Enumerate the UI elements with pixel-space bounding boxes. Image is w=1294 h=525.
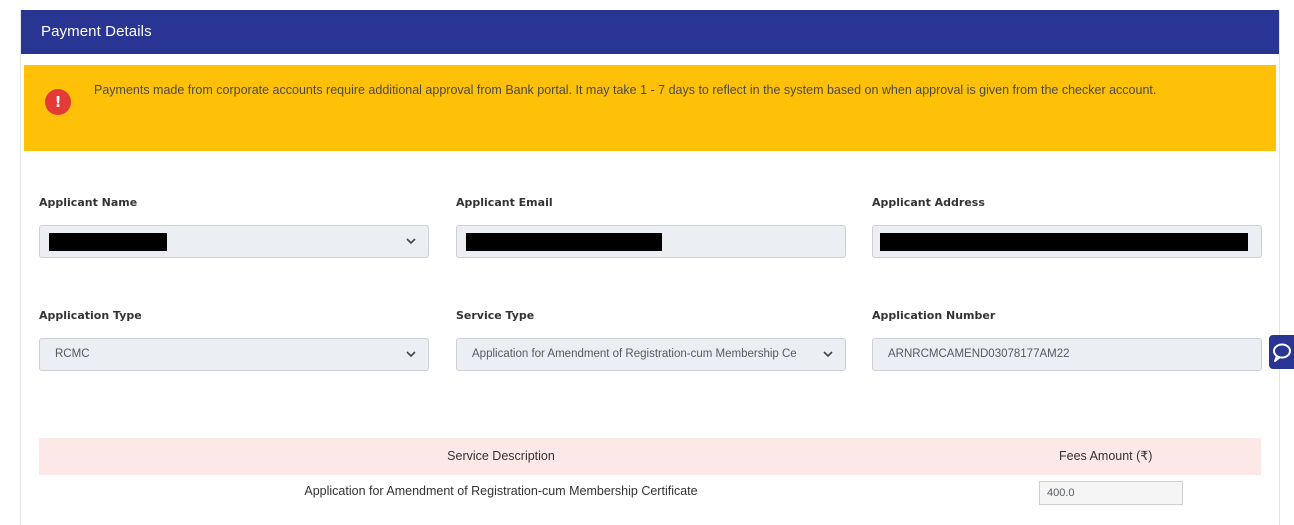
service-type-label: Service Type (456, 309, 535, 322)
service-table: Service Description Fees Amount (₹) Appl… (39, 438, 1261, 507)
applicant-email-input[interactable] (456, 225, 846, 258)
redacted-block (49, 233, 167, 251)
application-number-field: Application Number ARNRCMCAMEND03078177A… (872, 309, 1262, 371)
application-number-value: ARNRCMCAMEND03078177AM22 (888, 348, 1070, 360)
fees-amount-header: Fees Amount (₹) (1059, 449, 1153, 463)
service-type-field: Service Type Application for Amendment o… (456, 309, 846, 371)
service-description-cell: Application for Amendment of Registratio… (304, 484, 698, 498)
service-type-value: Application for Amendment of Registratio… (472, 348, 797, 360)
alert-message: Payments made from corporate accounts re… (94, 83, 1157, 97)
applicant-email-field: Applicant Email (456, 196, 846, 258)
table-row: Application for Amendment of Registratio… (39, 475, 1261, 507)
applicant-address-input[interactable] (872, 225, 1262, 258)
applicant-address-field: Applicant Address (872, 196, 1262, 258)
corporate-payment-alert: ! Payments made from corporate accounts … (24, 65, 1276, 151)
application-number-label: Application Number (872, 309, 996, 322)
applicant-name-field: Applicant Name (39, 196, 429, 258)
service-table-header: Service Description Fees Amount (₹) (39, 438, 1261, 475)
application-number-input[interactable]: ARNRCMCAMEND03078177AM22 (872, 338, 1262, 371)
page: Payment Details ! Payments made from cor… (0, 0, 1294, 525)
chevron-down-icon (406, 238, 416, 245)
applicant-name-select[interactable] (39, 225, 429, 258)
payment-details-panel: Payment Details ! Payments made from cor… (20, 10, 1280, 525)
application-type-select[interactable]: RCMC (39, 338, 429, 371)
application-type-value: RCMC (55, 348, 90, 360)
exclamation-icon: ! (45, 89, 71, 115)
chevron-down-icon (406, 351, 416, 358)
panel-title: Payment Details (21, 10, 1279, 54)
application-type-label: Application Type (39, 309, 142, 322)
application-type-field: Application Type RCMC (39, 309, 429, 371)
applicant-email-label: Applicant Email (456, 196, 553, 209)
redacted-block (880, 233, 1248, 251)
redacted-block (466, 233, 662, 251)
chevron-down-icon (823, 351, 833, 358)
applicant-name-label: Applicant Name (39, 196, 138, 209)
chat-bubble-icon (1273, 343, 1291, 362)
fees-amount-input[interactable]: 400.0 (1039, 481, 1183, 505)
chat-icon[interactable] (1269, 335, 1294, 369)
service-description-header: Service Description (447, 449, 555, 463)
applicant-address-label: Applicant Address (872, 196, 985, 209)
service-type-select[interactable]: Application for Amendment of Registratio… (456, 338, 846, 371)
